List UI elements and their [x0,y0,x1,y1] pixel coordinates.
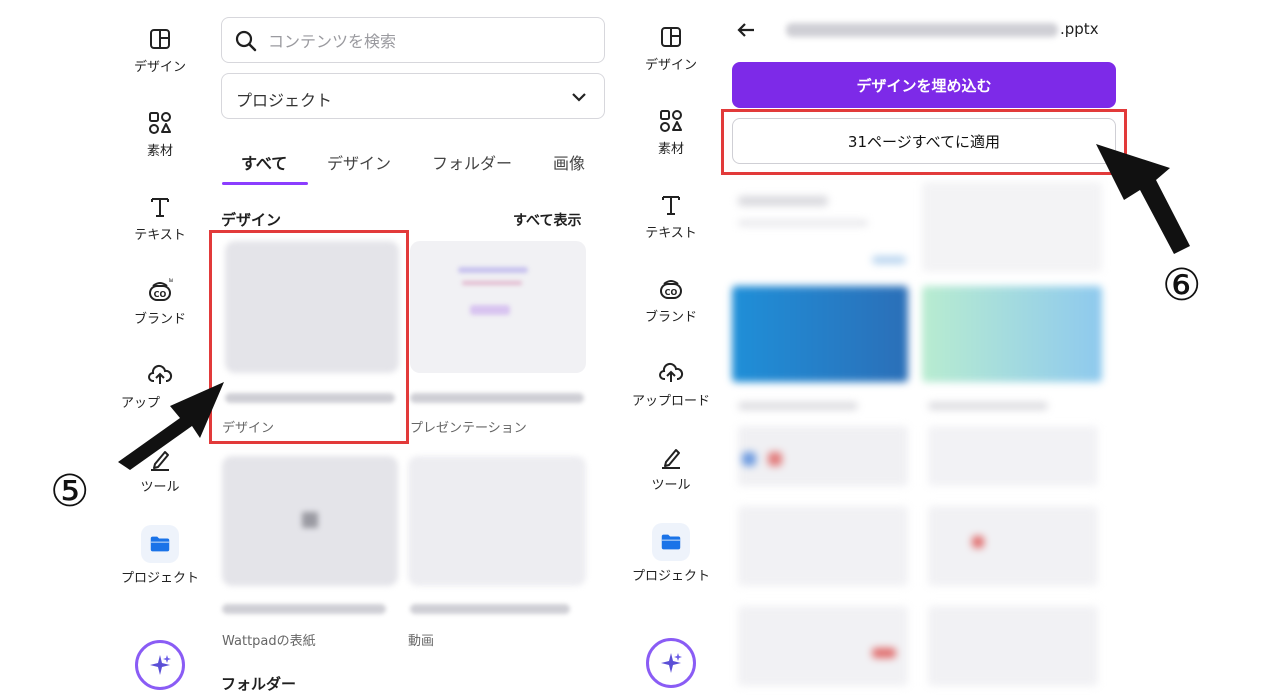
left-sidebar: デザイン 素材 テキスト CO ブランド アップ ツール プロジェクト [115,0,205,696]
sidebar-item-upload[interactable]: アップロード [626,360,716,409]
chevron-down-icon [572,93,586,102]
sidebar-item-label: 素材 [146,144,173,159]
active-tab-indicator [222,182,308,185]
sidebar-item-elements[interactable]: 素材 [115,110,205,159]
tab-folders[interactable]: フォルダー [432,150,512,174]
tab-images[interactable]: 画像 [553,150,585,174]
design-card-type: 動画 [408,634,435,649]
file-title: .pptx [786,20,1099,38]
sidebar-item-label: アップロード [631,394,710,409]
text-icon [658,192,684,218]
filter-value: プロジェクト [236,91,333,110]
svg-text:CO: CO [154,290,167,299]
file-name-redacted [786,22,1058,37]
search-field[interactable] [221,17,605,63]
design-card-title [410,393,584,403]
file-extension: .pptx [1060,20,1099,38]
highlight-box-step6 [721,109,1127,175]
folder-icon [141,525,179,563]
design-card-thumbnail[interactable] [408,456,586,586]
sidebar-item-label: デザイン [133,60,186,75]
layout-icon [147,26,173,52]
brand-icon: CO [658,276,684,302]
sidebar-item-projects[interactable]: プロジェクト [626,523,716,584]
step-number-6: ⑥ [1162,260,1202,311]
magic-button[interactable] [646,638,696,688]
arrow-pointer-icon [118,382,224,470]
sidebar-item-tools[interactable]: ツール [626,444,716,493]
project-filter-dropdown[interactable]: プロジェクト [221,73,605,119]
sidebar-item-label: テキスト [134,228,186,243]
brand-icon: CO [147,276,174,304]
sidebar-item-design[interactable]: デザイン [626,24,716,73]
sidebar-item-label: ツール [140,480,180,495]
sidebar-item-label: ブランド [133,312,186,327]
shapes-icon [147,110,173,136]
back-arrow-icon[interactable] [734,18,758,42]
tab-designs[interactable]: デザイン [327,150,391,174]
sidebar-item-brand[interactable]: CO ブランド [115,276,205,327]
design-card-title [222,604,386,614]
layout-icon [658,24,684,50]
search-icon [235,30,257,52]
upload-icon [658,360,684,386]
design-card-thumbnail[interactable] [222,456,398,586]
step-number-5: ⑤ [50,466,90,517]
design-card-type: プレゼンテーション [410,421,527,436]
shapes-icon [658,108,684,134]
design-card-title [410,604,570,614]
sidebar-item-label: 素材 [657,142,684,157]
draw-tool-icon [658,444,684,470]
folders-section-title: フォルダー [221,675,297,693]
sidebar-item-label: ツール [651,478,691,493]
sidebar-item-design[interactable]: デザイン [115,26,205,75]
folder-icon [652,523,690,561]
sidebar-item-projects[interactable]: プロジェクト [115,525,205,586]
sidebar-item-label: デザイン [644,58,697,73]
page-previews [732,176,1104,696]
see-all-link[interactable]: すべて表示 [513,210,581,230]
embed-design-button[interactable]: デザインを埋め込む [732,62,1116,108]
sidebar-item-text[interactable]: テキスト [115,194,205,243]
sidebar-item-label: プロジェクト [120,571,199,586]
sparkle-icon [661,653,682,673]
sidebar-item-label: プロジェクト [631,569,710,584]
sparkle-icon [150,655,171,675]
magic-button[interactable] [135,640,185,690]
svg-text:CO: CO [665,288,678,297]
sidebar-item-text[interactable]: テキスト [626,192,716,241]
design-card-type: Wattpadの表紙 [222,634,316,649]
arrow-pointer-icon [1096,144,1190,254]
sidebar-item-elements[interactable]: 素材 [626,108,716,157]
search-input[interactable] [266,28,590,54]
design-card-thumbnail[interactable] [410,241,586,373]
tab-all[interactable]: すべて [241,150,287,174]
text-icon [147,194,173,220]
sidebar-item-label: テキスト [645,226,697,241]
designs-section-title: デザイン [221,211,282,229]
sidebar-item-label: ブランド [644,310,697,325]
sidebar-item-brand[interactable]: CO ブランド [626,276,716,325]
right-sidebar: デザイン 素材 テキスト CO ブランド アップロード ツール プロジェクト [626,0,716,696]
